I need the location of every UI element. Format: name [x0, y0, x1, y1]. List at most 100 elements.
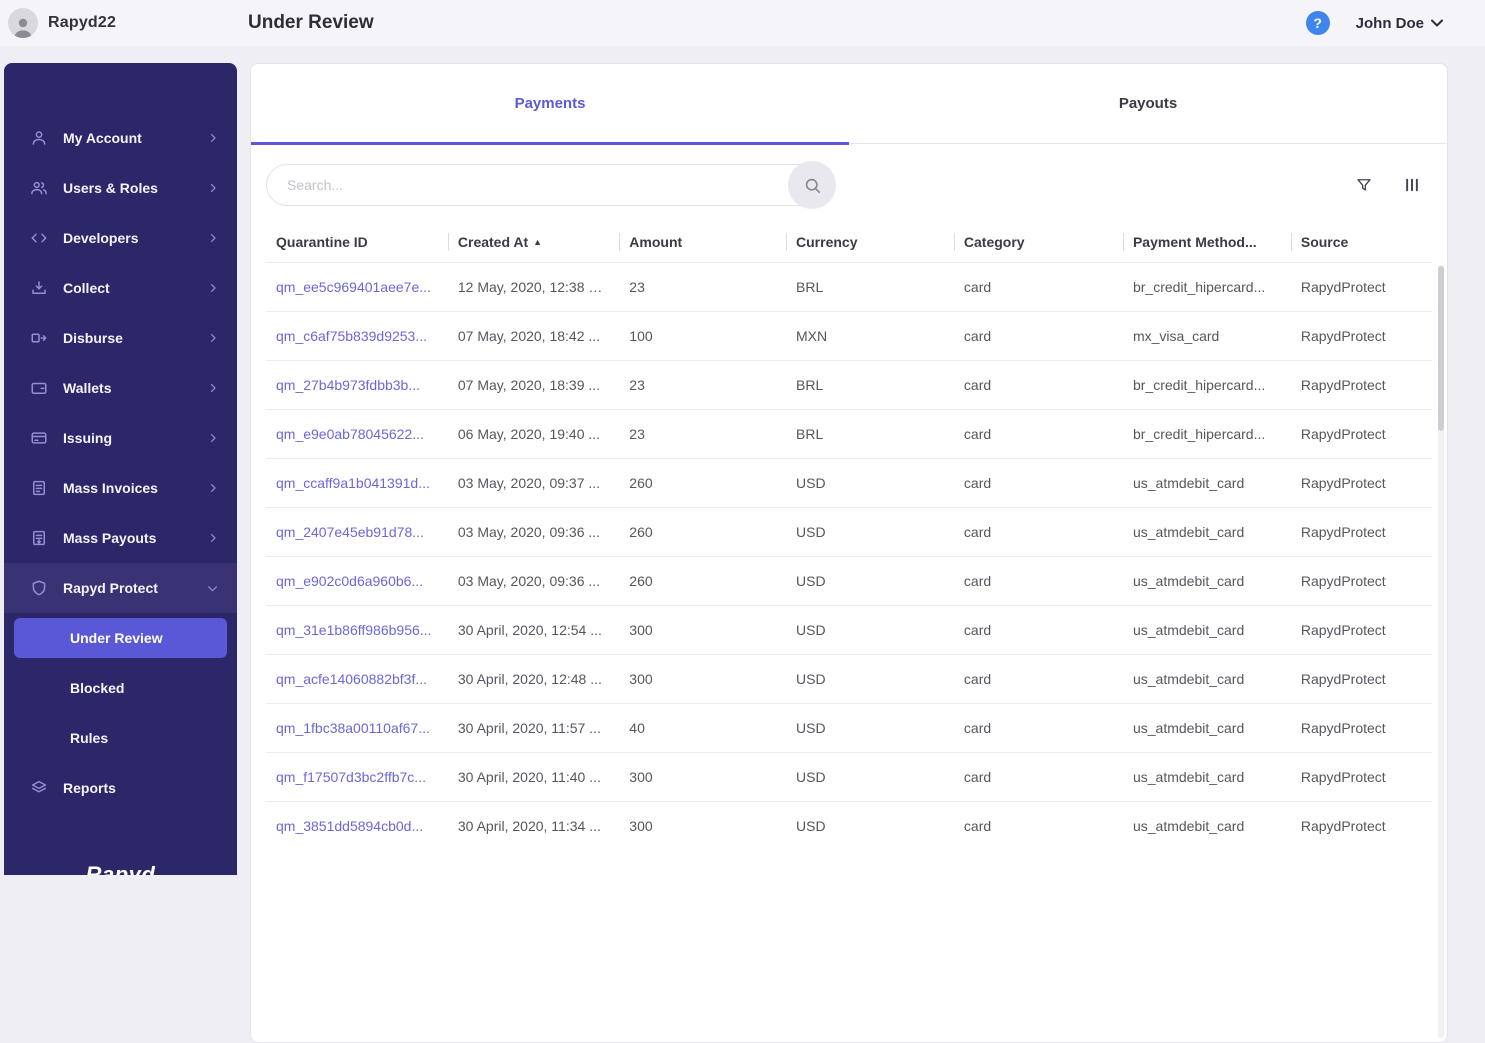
sidebar-subitem-blocked[interactable]: Blocked — [4, 663, 237, 713]
help-button[interactable]: ? — [1305, 11, 1330, 35]
sidebar-item-label: Developers — [63, 230, 139, 246]
currency-cell: USD — [786, 703, 954, 753]
table-row: qm_acfe14060882bf3f... 30 April, 2020, 1… — [266, 654, 1432, 704]
category-cell: card — [953, 752, 1123, 802]
quarantine-id-link[interactable]: qm_acfe14060882bf3f... — [276, 671, 427, 687]
sidebar-item-label: Mass Payouts — [63, 530, 157, 546]
topbar-right: ? John Doe — [1305, 11, 1485, 35]
scrollbar-thumb[interactable] — [1438, 266, 1444, 431]
category-cell: card — [953, 458, 1123, 508]
sidebar-item-mass-invoices[interactable]: Mass Invoices — [4, 463, 237, 513]
sidebar-item-rapyd-protect[interactable]: Rapyd Protect — [4, 563, 237, 613]
tab-payments[interactable]: Payments — [251, 64, 849, 145]
amount-cell: 23 — [619, 262, 787, 312]
quarantine-id-link[interactable]: qm_31e1b86ff986b956... — [276, 622, 431, 638]
table-row: qm_ccaff9a1b041391d... 03 May, 2020, 09:… — [266, 458, 1432, 508]
sidebar-item-my-account[interactable]: My Account — [4, 113, 237, 163]
sidebar-subitem-rules[interactable]: Rules — [4, 713, 237, 763]
chevron-down-icon — [1431, 19, 1443, 27]
quarantine-id-link[interactable]: qm_c6af75b839d9253... — [276, 328, 427, 344]
col-payment-method[interactable]: Payment Method... — [1122, 224, 1291, 263]
brand-name: Rapyd22 — [48, 14, 117, 31]
quarantine-id-link[interactable]: qm_f17507d3bc2ffb7c... — [276, 769, 426, 785]
amount-cell: 300 — [619, 605, 787, 655]
amount-cell: 40 — [619, 703, 787, 753]
col-created-at[interactable]: Created At ▲ — [447, 224, 619, 263]
search-button[interactable] — [788, 161, 836, 209]
chevron-right-icon — [207, 132, 219, 144]
amount-cell: 23 — [619, 360, 787, 410]
filter-icon[interactable] — [1355, 176, 1373, 194]
columns-icon[interactable] — [1403, 176, 1421, 194]
search-input[interactable] — [266, 164, 834, 206]
created-at-cell: 03 May, 2020, 09:36 ... — [447, 556, 620, 606]
col-category[interactable]: Category — [953, 224, 1123, 263]
currency-cell: BRL — [786, 262, 954, 312]
category-cell: card — [953, 311, 1123, 361]
col-amount[interactable]: Amount — [619, 224, 786, 263]
tab-bar: Payments Payouts — [251, 64, 1447, 145]
col-source[interactable]: Source — [1290, 224, 1432, 263]
payment-method-cell: us_atmdebit_card — [1122, 556, 1291, 606]
search-icon — [805, 178, 820, 193]
category-cell: card — [953, 654, 1123, 704]
amount-cell: 300 — [619, 801, 787, 850]
payment-method-cell: us_atmdebit_card — [1122, 605, 1291, 655]
created-at-cell: 07 May, 2020, 18:42 ... — [447, 311, 620, 361]
chevron-right-icon — [207, 482, 219, 494]
main-card: Payments Payouts Quarantine ID — [250, 63, 1448, 1043]
category-cell: card — [953, 556, 1123, 606]
amount-cell: 260 — [619, 556, 787, 606]
amount-cell: 300 — [619, 752, 787, 802]
created-at-cell: 30 April, 2020, 11:57 ... — [447, 703, 620, 753]
category-cell: card — [953, 605, 1123, 655]
issuing-icon — [30, 429, 48, 447]
payment-method-cell: us_atmdebit_card — [1122, 654, 1291, 704]
sidebar-item-issuing[interactable]: Issuing — [4, 413, 237, 463]
sidebar-item-label: Mass Invoices — [63, 480, 158, 496]
sidebar-item-label: Collect — [63, 280, 110, 296]
mass-payouts-icon — [30, 529, 48, 547]
category-cell: card — [953, 409, 1123, 459]
source-cell: RapydProtect — [1290, 605, 1432, 655]
collect-icon — [30, 279, 48, 297]
quarantine-id-link[interactable]: qm_ccaff9a1b041391d... — [276, 475, 430, 491]
toolbar-icons — [1355, 176, 1421, 194]
sidebar-item-reports[interactable]: Reports — [4, 763, 237, 813]
sidebar-item-mass-payouts[interactable]: Mass Payouts — [4, 513, 237, 563]
users-icon — [30, 179, 48, 197]
quarantine-id-link[interactable]: qm_3851dd5894cb0d... — [276, 818, 423, 834]
sidebar-item-wallets[interactable]: Wallets — [4, 363, 237, 413]
table-row: qm_f17507d3bc2ffb7c... 30 April, 2020, 1… — [266, 752, 1432, 802]
quarantine-id-link[interactable]: qm_ee5c969401aee7e... — [276, 279, 431, 295]
page-title: Under Review — [248, 12, 374, 33]
col-currency[interactable]: Currency — [786, 224, 954, 263]
user-menu[interactable]: John Doe — [1356, 15, 1443, 32]
sidebar-subitem-under-review[interactable]: Under Review — [14, 618, 227, 658]
search-box — [266, 161, 836, 209]
table-row: qm_31e1b86ff986b956... 30 April, 2020, 1… — [266, 605, 1432, 655]
sidebar-item-users-roles[interactable]: Users & Roles — [4, 163, 237, 213]
payments-table: Quarantine ID Created At ▲ Amount Currenc… — [251, 224, 1447, 850]
quarantine-id-link[interactable]: qm_27b4b973fdbb3b... — [276, 377, 420, 393]
quarantine-id-link[interactable]: qm_2407e45eb91d78... — [276, 524, 424, 540]
sidebar-item-disburse[interactable]: Disburse — [4, 313, 237, 363]
quarantine-id-link[interactable]: qm_e9e0ab78045622... — [276, 426, 424, 442]
amount-cell: 23 — [619, 409, 787, 459]
quarantine-id-link[interactable]: qm_e902c0d6a960b6... — [276, 573, 423, 589]
created-at-cell: 03 May, 2020, 09:37 ... — [447, 458, 620, 508]
tab-payouts[interactable]: Payouts — [849, 64, 1447, 143]
sidebar-item-collect[interactable]: Collect — [4, 263, 237, 313]
currency-cell: USD — [786, 654, 954, 704]
user-icon — [30, 129, 48, 147]
user-name: John Doe — [1355, 14, 1424, 32]
currency-cell: USD — [786, 458, 954, 508]
payment-method-cell: us_atmdebit_card — [1122, 507, 1291, 557]
brand: Rapyd22 — [0, 8, 248, 38]
source-cell: RapydProtect — [1290, 507, 1432, 557]
sidebar-item-developers[interactable]: Developers — [4, 213, 237, 263]
table-row: qm_1fbc38a00110af67... 30 April, 2020, 1… — [266, 703, 1432, 753]
quarantine-id-link[interactable]: qm_1fbc38a00110af67... — [276, 720, 430, 736]
payment-method-cell: us_atmdebit_card — [1122, 801, 1291, 850]
col-quarantine-id[interactable]: Quarantine ID — [266, 224, 448, 263]
